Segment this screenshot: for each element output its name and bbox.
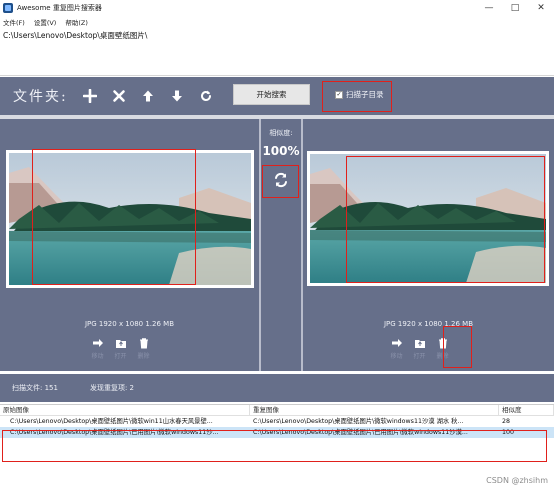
duplicate-image	[307, 151, 549, 286]
scan-subdir-option[interactable]: ✓ 扫描子目录	[335, 89, 384, 100]
watermark: CSDN @zhsihm	[486, 476, 548, 485]
folder-open-icon	[115, 340, 126, 348]
add-icon[interactable]	[80, 86, 100, 106]
similarity-value: 100%	[262, 144, 300, 158]
delete-button[interactable]: 删除	[132, 337, 155, 360]
move-button[interactable]: 移动	[86, 337, 109, 360]
results-table: 原始图像 重复图像 相似度 C:\Users\Lenovo\Desktop\桌面…	[0, 404, 554, 489]
folder-path-list[interactable]: C:\Users\Lenovo\Desktop\桌面壁纸图片\	[0, 28, 554, 76]
arrow-right-icon	[391, 339, 402, 347]
scan-subdir-label: 扫描子目录	[346, 90, 384, 99]
similarity-label: 相似度:	[269, 129, 293, 137]
window-controls: — □ ✕	[476, 0, 554, 16]
app-icon	[3, 3, 13, 13]
duplicate-image-actions: 移动 打开 删除	[385, 337, 454, 360]
table-header: 原始图像 重复图像 相似度	[0, 405, 554, 416]
folder-toolbar: 文件夹: 开始搜索 ✓ 扫描子目录	[0, 77, 554, 115]
column-original[interactable]: 原始图像	[0, 405, 250, 415]
scanned-count: 扫描文件: 151	[12, 384, 58, 392]
duplicate-image-info: JPG 1920 x 1080 1.26 MB	[383, 320, 474, 328]
maximize-icon[interactable]: □	[502, 0, 528, 16]
folder-path-item[interactable]: C:\Users\Lenovo\Desktop\桌面壁纸图片\	[3, 30, 551, 41]
delete-label: 删除	[436, 353, 449, 360]
move-label: 移动	[91, 353, 104, 360]
duplicate-count: 发现重复项: 2	[89, 384, 134, 392]
scan-subdir-checkbox[interactable]: ✓	[335, 90, 343, 99]
minimize-icon[interactable]: —	[476, 0, 502, 16]
delete-label: 删除	[137, 353, 150, 360]
original-image-actions: 移动 打开 删除	[86, 337, 155, 360]
menu-settings[interactable]: 设置(V)	[34, 17, 57, 27]
open-label: 打开	[413, 353, 426, 360]
cell-similarity: 100	[502, 429, 515, 436]
delete-button[interactable]: 删除	[431, 337, 454, 360]
remove-icon[interactable]	[109, 86, 129, 106]
title-bar: Awesome 重复图片搜索器 — □ ✕	[0, 0, 554, 16]
table-row-selected[interactable]: C:\Users\Lenovo\Desktop\桌面壁纸图片\已用图片\微软wi…	[0, 427, 554, 438]
column-similarity[interactable]: 相似度	[499, 405, 554, 415]
cell-duplicate: C:\Users\Lenovo\Desktop\桌面壁纸图片\微软windows…	[253, 418, 464, 425]
menu-file[interactable]: 文件(F)	[3, 17, 25, 27]
move-button[interactable]: 移动	[385, 337, 408, 360]
duplicate-image-panel: JPG 1920 x 1080 1.26 MB 移动 打开 删除	[303, 119, 554, 371]
cell-duplicate: C:\Users\Lenovo\Desktop\桌面壁纸图片\已用图片\微软wi…	[253, 429, 468, 436]
open-button[interactable]: 打开	[109, 337, 132, 360]
table-row[interactable]: C:\Users\Lenovo\Desktop\桌面壁纸图片\微软win11山水…	[0, 416, 554, 427]
folder-label: 文件夹:	[13, 89, 68, 105]
cell-original: C:\Users\Lenovo\Desktop\桌面壁纸图片\已用图片\微软wi…	[10, 429, 219, 436]
original-image-info: JPG 1920 x 1080 1.26 MB	[84, 320, 175, 328]
folder-open-icon	[414, 340, 425, 348]
cell-similarity: 28	[502, 418, 511, 425]
column-duplicate[interactable]: 重复图像	[250, 405, 499, 415]
swap-icon	[275, 172, 287, 188]
menu-bar: 文件(F) 设置(V) 帮助(Z)	[0, 16, 554, 28]
status-bar: 扫描文件: 151 发现重复项: 2	[0, 374, 554, 402]
move-up-icon[interactable]	[138, 86, 158, 106]
trash-icon	[139, 338, 148, 349]
trash-icon	[438, 338, 447, 349]
menu-help[interactable]: 帮助(Z)	[65, 17, 88, 27]
move-down-icon[interactable]	[167, 86, 187, 106]
cell-original: C:\Users\Lenovo\Desktop\桌面壁纸图片\微软win11山水…	[10, 418, 213, 425]
move-label: 移动	[390, 353, 403, 360]
similarity-panel: 相似度: 100%	[261, 119, 301, 371]
close-icon[interactable]: ✕	[528, 0, 554, 16]
arrow-right-icon	[92, 339, 103, 347]
open-button[interactable]: 打开	[408, 337, 431, 360]
refresh-icon[interactable]	[196, 86, 216, 106]
start-search-button[interactable]: 开始搜索	[233, 84, 310, 105]
open-label: 打开	[114, 353, 127, 360]
swap-images-button[interactable]	[269, 168, 293, 192]
window-title: Awesome 重复图片搜索器	[17, 4, 102, 12]
original-image	[6, 150, 254, 288]
original-image-panel: JPG 1920 x 1080 1.26 MB 移动 打开 删除	[0, 119, 259, 371]
